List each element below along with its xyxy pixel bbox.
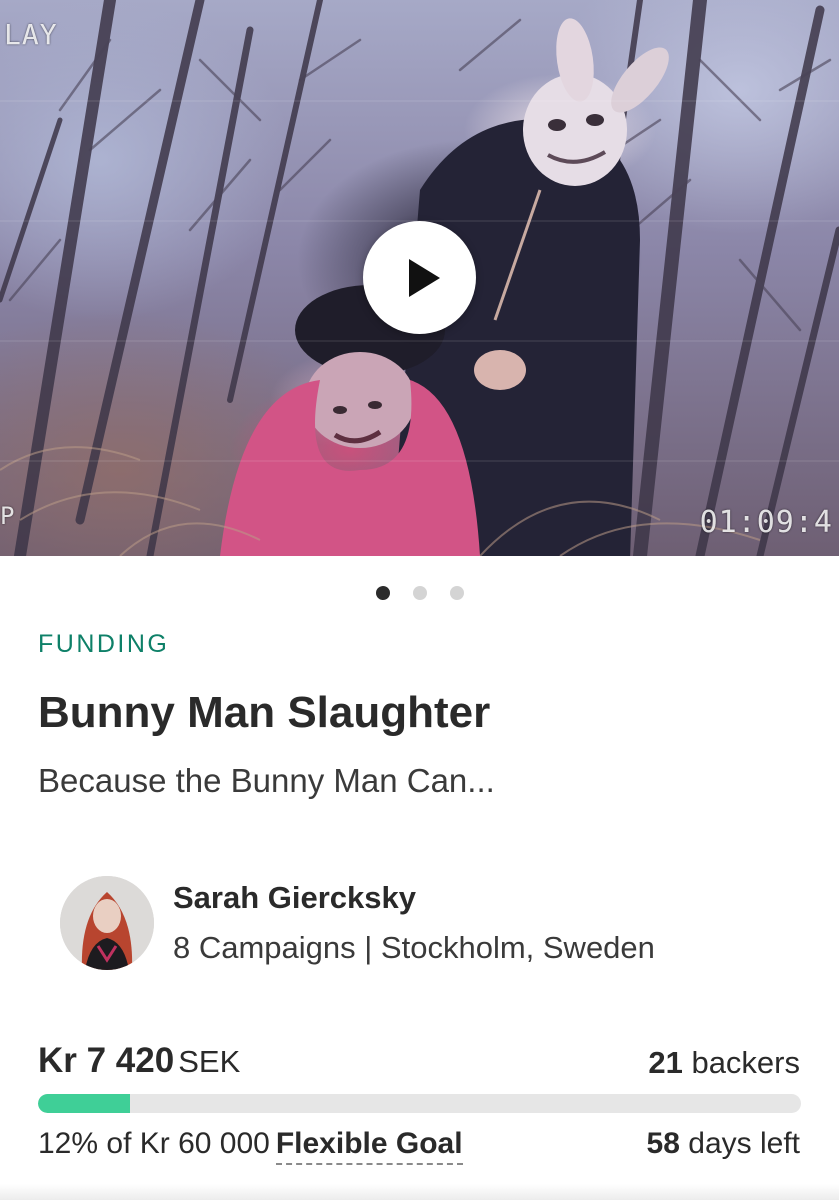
owner-name[interactable]: Sarah Giercksky — [173, 880, 416, 916]
bottom-shadow — [0, 1184, 839, 1200]
avatar[interactable] — [60, 876, 154, 970]
raised-amount: Kr 7 420 — [38, 1041, 175, 1080]
raised-amount-row: Kr 7 420 SEK — [38, 1041, 240, 1081]
vhs-side-label: P — [0, 502, 16, 530]
carousel-dots — [0, 586, 839, 600]
carousel-dot-1[interactable] — [375, 586, 390, 600]
goal-text: 12% of Kr 60 000 — [38, 1127, 270, 1160]
carousel-dot-2[interactable] — [412, 586, 427, 600]
vhs-play-label: LAY — [4, 18, 58, 51]
goal-row: 12% of Kr 60 000 Flexible Goal — [38, 1127, 463, 1165]
days-count: 58 — [646, 1127, 680, 1160]
play-icon — [409, 259, 440, 297]
backers-count-row: 21 backers — [648, 1045, 800, 1081]
backers-count: 21 — [648, 1045, 683, 1080]
backers-label: backers — [691, 1045, 800, 1080]
campaign-title: Bunny Man Slaughter — [38, 688, 491, 737]
campaign-tagline: Because the Bunny Man Can... — [38, 762, 495, 799]
funding-progress-bar — [38, 1094, 801, 1113]
campaign-category: FUNDING — [38, 630, 170, 658]
video-thumbnail[interactable]: LAY P 01:09:4 — [0, 0, 839, 556]
owner-avatar-image — [60, 876, 154, 970]
carousel-dot-3[interactable] — [449, 586, 464, 600]
vhs-timecode: 01:09:4 — [699, 505, 833, 540]
play-button[interactable] — [363, 221, 476, 334]
flexible-goal-link[interactable]: Flexible Goal — [275, 1127, 463, 1165]
funding-progress-fill — [38, 1094, 130, 1113]
owner-meta: 8 Campaigns | Stockholm, Sweden — [173, 930, 655, 965]
days-label: days left — [688, 1127, 800, 1160]
raised-currency: SEK — [178, 1044, 241, 1079]
days-left-row: 58 days left — [647, 1127, 800, 1161]
